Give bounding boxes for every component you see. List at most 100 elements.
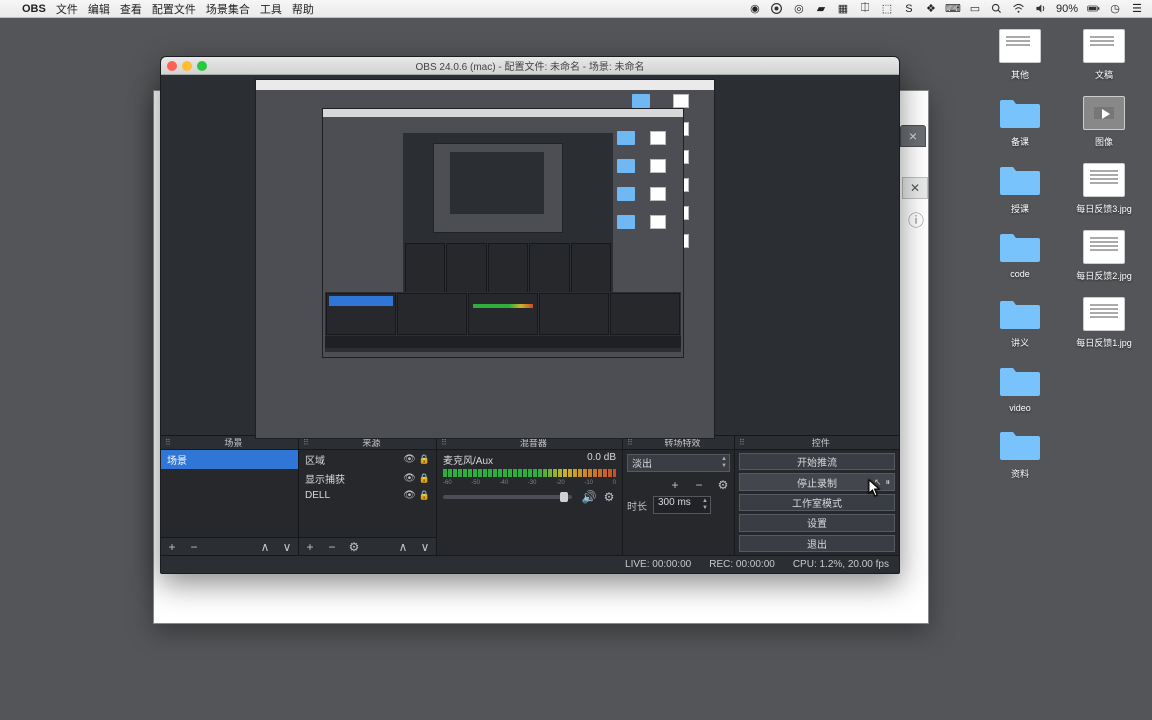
mixer-settings-icon[interactable]: ⚙ bbox=[602, 490, 616, 504]
menu-tools[interactable]: 工具 bbox=[260, 1, 282, 17]
studio-mode-button[interactable]: 工作室模式 bbox=[739, 494, 895, 511]
source-remove-button[interactable]: − bbox=[325, 540, 339, 554]
obs-preview[interactable] bbox=[161, 75, 899, 435]
lock-icon[interactable]: 🔒 bbox=[419, 473, 430, 484]
tray-icon-8[interactable]: S bbox=[902, 2, 916, 16]
menu-view[interactable]: 查看 bbox=[120, 1, 142, 17]
transition-add-button[interactable]: + bbox=[668, 478, 682, 492]
stop-record-button[interactable]: 停止录制↖⏸ bbox=[739, 473, 895, 490]
cursor-icon: ↖ bbox=[874, 477, 882, 488]
desktop-label: 授课 bbox=[1011, 202, 1029, 215]
duration-input[interactable]: 300 ms▲▼ bbox=[653, 496, 711, 514]
lock-icon[interactable]: 🔒 bbox=[419, 454, 430, 465]
window-close-icon[interactable] bbox=[167, 61, 177, 71]
pause-icon[interactable]: ⏸ bbox=[885, 477, 890, 488]
dialog-help-icon[interactable]: ⓘ bbox=[906, 207, 926, 227]
window-title: OBS 24.0.6 (mac) - 配置文件: 未命名 - 场景: 未命名 bbox=[161, 58, 899, 73]
desktop-label: 每日反馈2.jpg bbox=[1076, 269, 1132, 282]
start-stream-button[interactable]: 开始推流 bbox=[739, 453, 895, 470]
scene-down-button[interactable]: ∨ bbox=[280, 540, 294, 554]
grip-icon[interactable]: ⠿ bbox=[627, 438, 633, 447]
source-down-button[interactable]: ∨ bbox=[418, 540, 432, 554]
desktop-item[interactable]: 每日反馈2.jpg bbox=[1064, 229, 1144, 282]
source-item[interactable]: DELL👁🔒 bbox=[299, 488, 436, 503]
grip-icon[interactable]: ⠿ bbox=[739, 438, 745, 447]
source-add-button[interactable]: + bbox=[303, 540, 317, 554]
obs-titlebar[interactable]: OBS 24.0.6 (mac) - 配置文件: 未命名 - 场景: 未命名 bbox=[161, 57, 899, 75]
tray-icon-1[interactable]: ◉ bbox=[748, 2, 762, 16]
tray-icon-3[interactable]: ◎ bbox=[792, 2, 806, 16]
menu-profile[interactable]: 配置文件 bbox=[152, 1, 196, 17]
num-stepper-icon[interactable]: ▲▼ bbox=[702, 498, 708, 512]
transition-settings-button[interactable]: ⚙ bbox=[716, 478, 730, 492]
grip-icon[interactable]: ⠿ bbox=[441, 438, 447, 447]
scene-up-button[interactable]: ∧ bbox=[258, 540, 272, 554]
tray-icon-clock[interactable]: ◷ bbox=[1108, 2, 1122, 16]
mixer-channel: 麦克风/Aux0.0 dB -60-50-40-30-20-100 🔊 ⚙ bbox=[437, 450, 622, 506]
desktop-label: code bbox=[1010, 269, 1030, 279]
grip-icon[interactable]: ⠿ bbox=[303, 438, 309, 447]
window-minimize-icon[interactable] bbox=[182, 61, 192, 71]
tray-obs-icon[interactable] bbox=[770, 2, 784, 16]
desktop-item[interactable]: 其他 bbox=[980, 28, 1060, 81]
volume-slider[interactable] bbox=[443, 495, 572, 499]
folder-icon bbox=[998, 297, 1042, 331]
menu-edit[interactable]: 编辑 bbox=[88, 1, 110, 17]
menu-help[interactable]: 帮助 bbox=[292, 1, 314, 17]
source-up-button[interactable]: ∧ bbox=[396, 540, 410, 554]
dialog-close-x[interactable]: ✕ bbox=[902, 177, 928, 199]
desktop-item[interactable]: code bbox=[980, 229, 1060, 282]
folder-icon bbox=[998, 96, 1042, 130]
tray-icon-7[interactable]: ⬚ bbox=[880, 2, 894, 16]
desktop-icons: 其他 文稿 备课 图像 授课 每日反馈3.jpg code 每日反馈2.jpg … bbox=[978, 24, 1148, 490]
tray-display-icon[interactable]: ▭ bbox=[968, 2, 982, 16]
lock-icon[interactable]: 🔒 bbox=[419, 490, 430, 501]
tray-icon-4[interactable]: ▰ bbox=[814, 2, 828, 16]
scene-add-button[interactable]: + bbox=[165, 540, 179, 554]
scene-item[interactable]: 场景 bbox=[161, 450, 298, 469]
desktop-item[interactable]: video bbox=[980, 363, 1060, 413]
source-settings-button[interactable]: ⚙ bbox=[347, 540, 361, 554]
desktop-item[interactable]: 图像 bbox=[1064, 95, 1144, 148]
menu-file[interactable]: 文件 bbox=[56, 1, 78, 17]
battery-percent[interactable]: 90% bbox=[1056, 3, 1078, 15]
window-zoom-icon[interactable] bbox=[197, 61, 207, 71]
grip-icon[interactable]: ⠿ bbox=[165, 438, 171, 447]
tray-icon-5[interactable]: ▦ bbox=[836, 2, 850, 16]
tray-icon-9[interactable]: ❖ bbox=[924, 2, 938, 16]
desktop-item[interactable]: 每日反馈1.jpg bbox=[1064, 296, 1144, 349]
mute-icon[interactable]: 🔊 bbox=[582, 490, 596, 504]
desktop-item[interactable]: 资料 bbox=[980, 427, 1060, 480]
desktop-item[interactable]: 授课 bbox=[980, 162, 1060, 215]
visibility-icon[interactable]: 👁 bbox=[403, 490, 416, 501]
battery-icon[interactable] bbox=[1086, 2, 1100, 16]
visibility-icon[interactable]: 👁 bbox=[403, 473, 416, 484]
source-item[interactable]: 区域👁🔒 bbox=[299, 450, 436, 469]
desktop-item[interactable]: 讲义 bbox=[980, 296, 1060, 349]
desktop-item[interactable]: 每日反馈3.jpg bbox=[1064, 162, 1144, 215]
desktop-item[interactable]: 文稿 bbox=[1064, 28, 1144, 81]
exit-button[interactable]: 退出 bbox=[739, 535, 895, 552]
transition-remove-button[interactable]: − bbox=[692, 478, 706, 492]
wifi-icon[interactable] bbox=[1012, 2, 1026, 16]
preview-capture[interactable] bbox=[255, 79, 715, 439]
transition-select[interactable]: 淡出▲▼ bbox=[627, 454, 730, 472]
control-center-icon[interactable]: ☰ bbox=[1130, 2, 1144, 16]
settings-button[interactable]: 设置 bbox=[739, 514, 895, 531]
folder-icon bbox=[998, 364, 1042, 398]
status-cpu: CPU: 1.2%, 20.00 fps bbox=[793, 559, 889, 570]
image-file-icon bbox=[1083, 297, 1125, 331]
desktop-item[interactable]: 备课 bbox=[980, 95, 1060, 148]
volume-icon[interactable] bbox=[1034, 2, 1048, 16]
scene-remove-button[interactable]: − bbox=[187, 540, 201, 554]
dialog-close-tab[interactable]: × bbox=[900, 125, 926, 147]
desktop-label: 每日反馈3.jpg bbox=[1076, 202, 1132, 215]
tray-icon-10[interactable]: ⌨ bbox=[946, 2, 960, 16]
spotlight-icon[interactable] bbox=[990, 2, 1004, 16]
source-item[interactable]: 显示捕获👁🔒 bbox=[299, 469, 436, 488]
tray-icon-6[interactable]: ⎅ bbox=[858, 2, 872, 16]
mixer-channel-name: 麦克风/Aux bbox=[443, 452, 493, 467]
menu-scene-collection[interactable]: 场景集合 bbox=[206, 1, 250, 17]
menubar-app[interactable]: OBS bbox=[22, 3, 46, 15]
visibility-icon[interactable]: 👁 bbox=[403, 454, 416, 465]
